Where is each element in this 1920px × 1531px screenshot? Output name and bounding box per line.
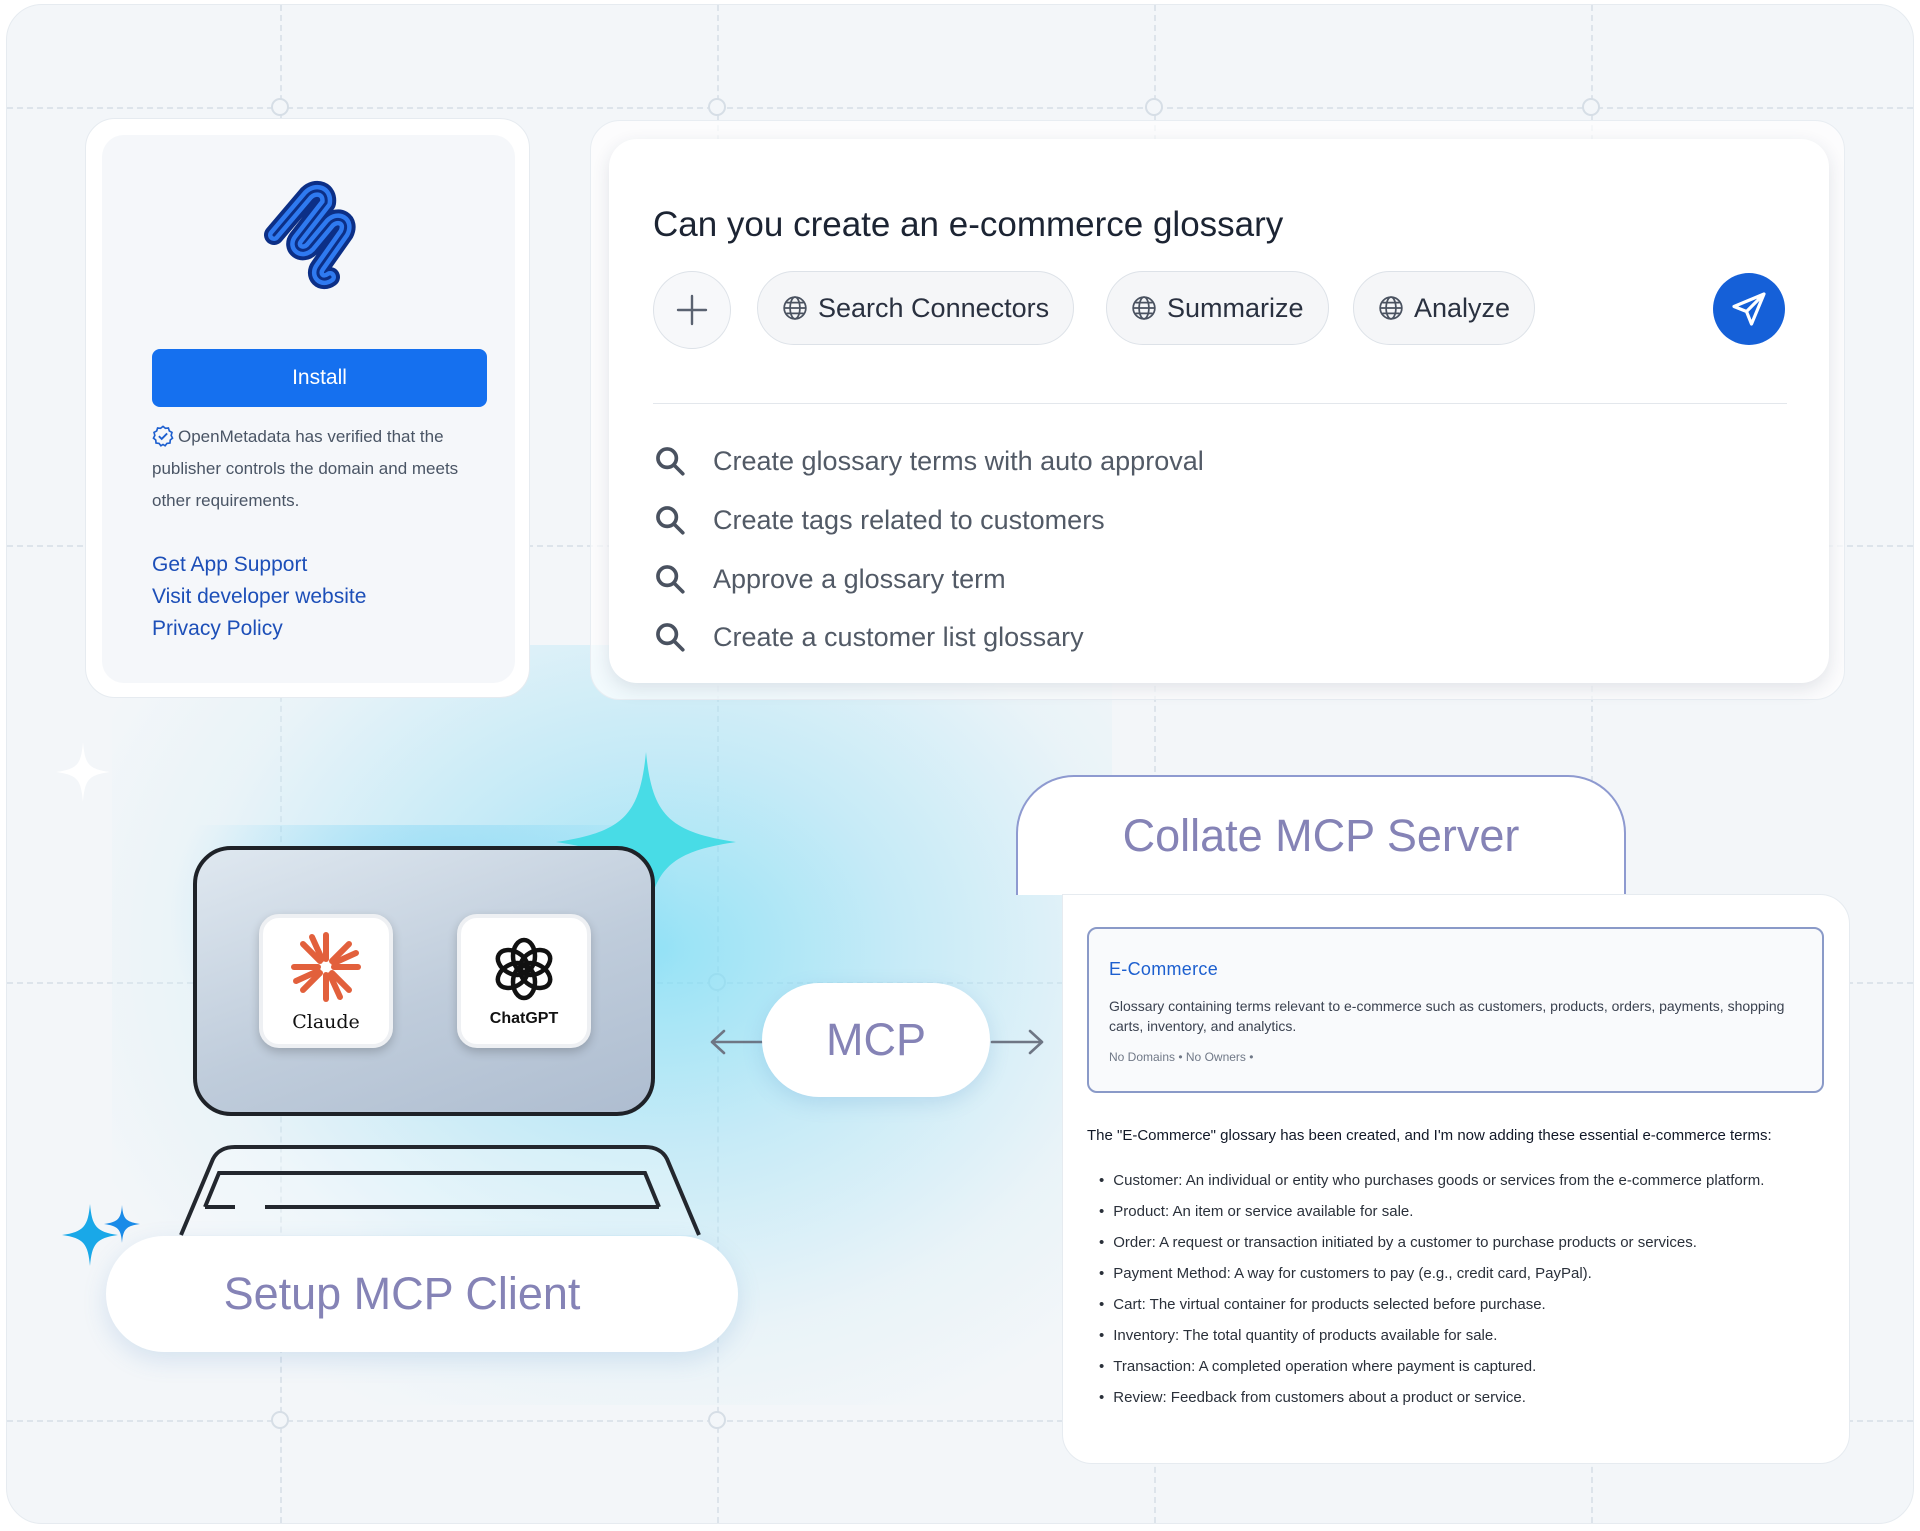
suggestion-item[interactable]: Create a customer list glossary <box>653 617 1084 657</box>
search-icon <box>656 447 685 476</box>
suggestion-label: Create a customer list glossary <box>713 621 1084 652</box>
glossary-term: Inventory: The total quantity of product… <box>1099 1320 1764 1351</box>
globe-icon <box>1379 296 1403 320</box>
grid-dot <box>271 1411 289 1429</box>
glossary-term-list: Customer: An individual or entity who pu… <box>1099 1165 1764 1413</box>
glossary-term: Transaction: A completed operation where… <box>1099 1351 1764 1382</box>
suggestion-label: Create glossary terms with auto approval <box>713 445 1204 476</box>
arrow-left-icon <box>710 1029 764 1055</box>
setup-mcp-client-label: Setup MCP Client <box>106 1236 738 1352</box>
grid-line <box>7 107 1913 109</box>
grid-dot <box>271 98 289 116</box>
search-icon <box>656 565 685 594</box>
grid-dot <box>708 1411 726 1429</box>
glossary-term: Customer: An individual or entity who pu… <box>1099 1165 1764 1196</box>
search-icon <box>656 506 685 535</box>
suggestion-item[interactable]: Approve a glossary term <box>653 559 1006 599</box>
chatgpt-icon <box>495 937 553 1001</box>
suggestion-item[interactable]: Create glossary terms with auto approval <box>653 441 1204 481</box>
search-connectors-button[interactable]: Search Connectors <box>757 271 1075 345</box>
arrow-right-icon <box>990 1029 1044 1055</box>
suggestion-label: Create tags related to customers <box>713 504 1105 535</box>
glossary-meta: No Domains • No Owners • <box>1109 1050 1254 1064</box>
claude-app-tile[interactable]: Claude <box>259 914 393 1048</box>
verification-note: OpenMetadata has verified that the publi… <box>152 421 492 517</box>
send-button[interactable] <box>1713 273 1785 345</box>
app-name: Claude <box>292 1011 360 1033</box>
search-icon <box>656 623 685 652</box>
app-name: ChatGPT <box>489 1010 559 1027</box>
add-button[interactable] <box>653 271 731 349</box>
globe-icon <box>783 296 807 320</box>
sparkle-icon <box>104 1205 140 1243</box>
summarize-button[interactable]: Summarize <box>1106 271 1329 345</box>
mcp-protocol-label: MCP <box>762 983 990 1097</box>
globe-icon <box>1132 296 1156 320</box>
send-icon <box>1732 292 1766 326</box>
claude-icon <box>291 932 361 1002</box>
app-install-card: Install OpenMetadata has verified that t… <box>85 118 530 698</box>
pill-label: Analyze <box>1414 292 1511 323</box>
glossary-description: Glossary containing terms relevant to e-… <box>1109 998 1785 1034</box>
glossary-term: Order: A request or transaction initiate… <box>1099 1227 1764 1258</box>
pill-label: Summarize <box>1167 292 1304 323</box>
plus-icon <box>676 294 708 326</box>
verification-text: OpenMetadata has verified that the publi… <box>152 427 459 510</box>
glossary-card[interactable]: E-Commerce Glossary containing terms rel… <box>1087 927 1824 1093</box>
chatgpt-app-tile[interactable]: ChatGPT <box>457 914 591 1048</box>
privacy-policy-link[interactable]: Privacy Policy <box>152 613 366 645</box>
glossary-term: Cart: The virtual container for products… <box>1099 1289 1764 1320</box>
suggestion-item[interactable]: Create tags related to customers <box>653 500 1105 540</box>
glossary-title: E-Commerce <box>1109 959 1219 979</box>
analyze-button[interactable]: Analyze <box>1353 271 1536 345</box>
created-message: The "E-Commerce" glossary has been creat… <box>1087 1127 1772 1144</box>
developer-website-link[interactable]: Visit developer website <box>152 581 366 613</box>
pill-label: Search Connectors <box>818 292 1050 323</box>
divider <box>653 403 1787 404</box>
client-monitor: Claude ChatGPT <box>193 846 655 1116</box>
glossary-term: Payment Method: A way for customers to p… <box>1099 1258 1764 1289</box>
sparkle-icon <box>56 742 110 802</box>
suggestion-label: Approve a glossary term <box>713 563 1006 594</box>
glossary-term: Product: An item or service available fo… <box>1099 1196 1764 1227</box>
grid-dot <box>1582 98 1600 116</box>
collate-mcp-server-title: Collate MCP Server <box>1016 775 1626 895</box>
grid-dot <box>1145 98 1163 116</box>
verified-check-icon <box>152 425 174 447</box>
chat-panel: Can you create an e-commerce glossary Se… <box>609 139 1829 683</box>
server-response-card: E-Commerce Glossary containing terms rel… <box>1062 894 1850 1464</box>
chat-card: Can you create an e-commerce glossary Se… <box>590 120 1845 700</box>
openmetadata-logo-icon <box>264 180 356 289</box>
glossary-term: Review: Feedback from customers about a … <box>1099 1382 1764 1413</box>
app-links: Get App Support Visit developer website … <box>152 549 366 645</box>
install-button[interactable]: Install <box>152 349 487 407</box>
app-install-panel: Install OpenMetadata has verified that t… <box>102 135 515 683</box>
get-app-support-link[interactable]: Get App Support <box>152 549 366 581</box>
chat-prompt-input[interactable]: Can you create an e-commerce glossary <box>653 205 1283 245</box>
grid-dot <box>708 98 726 116</box>
